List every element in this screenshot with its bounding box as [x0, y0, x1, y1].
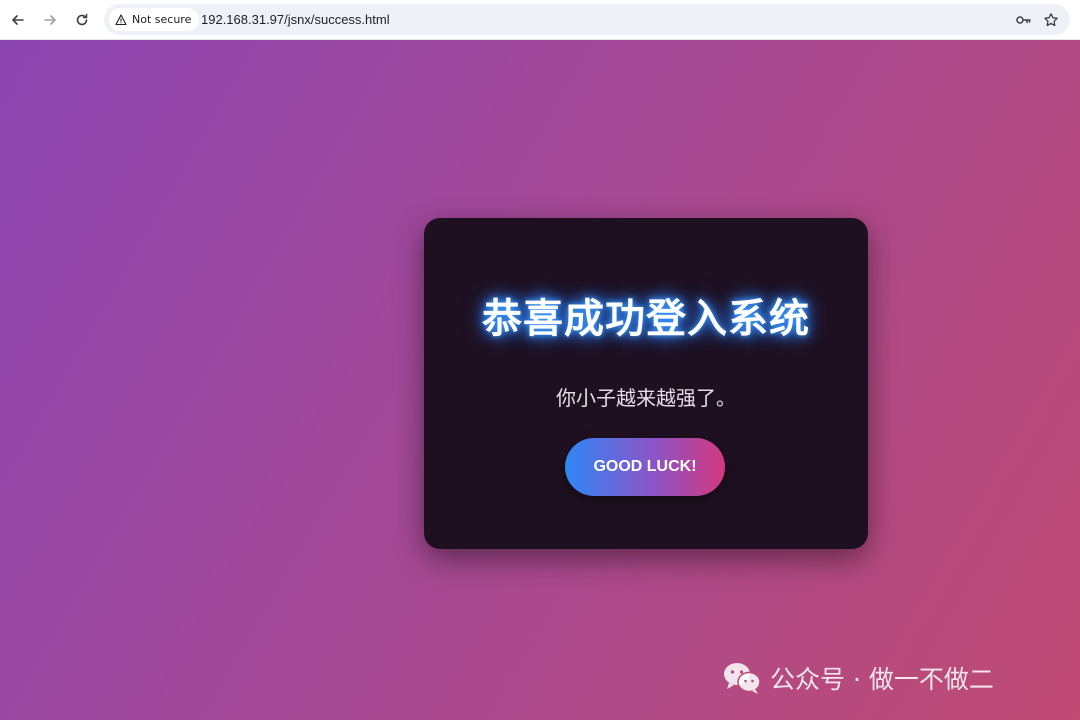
warning-triangle-icon	[115, 13, 127, 25]
wechat-icon	[724, 663, 761, 694]
watermark: 公众号 · 做一不做二	[722, 658, 994, 698]
bookmark-button[interactable]	[1042, 11, 1060, 29]
watermark-text: 公众号 · 做一不做二	[770, 665, 994, 694]
reload-button[interactable]	[70, 8, 94, 32]
browser-toolbar: Not secure 192.168.31.97/jsnx/success.ht…	[0, 0, 1080, 40]
url-text[interactable]: 192.168.31.97/jsnx/success.html	[201, 12, 390, 27]
success-card: 恭喜成功登入系统 你小子越来越强了。 GOOD LUCK!	[424, 218, 868, 549]
arrow-right-icon	[44, 15, 56, 25]
arrow-left-icon	[12, 15, 24, 25]
security-label: Not secure	[132, 13, 192, 26]
key-icon	[1016, 16, 1031, 24]
good-luck-button[interactable]: GOOD LUCK!	[565, 438, 725, 496]
star-icon	[1044, 13, 1058, 27]
address-bar[interactable]: Not secure 192.168.31.97/jsnx/success.ht…	[104, 4, 1070, 35]
reload-icon	[76, 13, 88, 26]
success-title: 恭喜成功登入系统	[482, 296, 810, 342]
forward-button[interactable]	[38, 8, 62, 32]
security-indicator[interactable]: Not secure	[109, 8, 200, 31]
page-viewport: 恭喜成功登入系统 你小子越来越强了。 GOOD LUCK! 公众号 · 做一不做…	[0, 40, 1080, 720]
passwords-button[interactable]	[1014, 11, 1032, 29]
back-button[interactable]	[6, 8, 30, 32]
success-subtitle: 你小子越来越强了。	[556, 386, 736, 410]
